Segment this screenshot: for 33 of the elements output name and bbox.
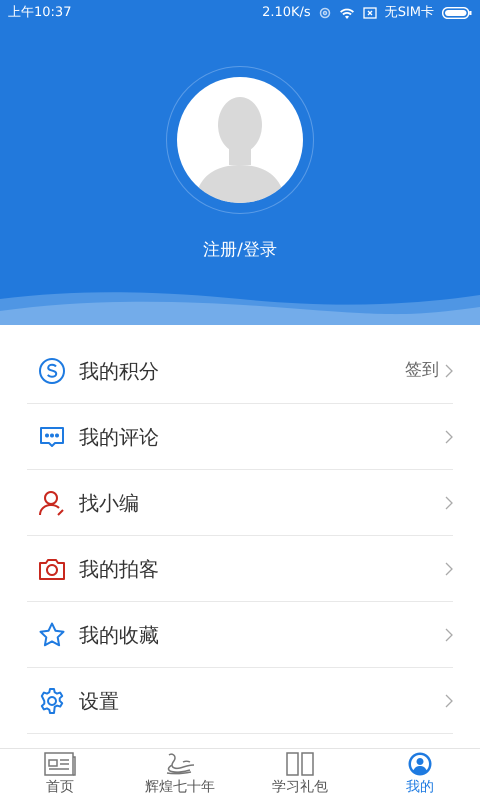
- chevron-right-icon: [445, 628, 453, 642]
- menu-item[interactable]: 设置: [27, 668, 453, 734]
- battery-icon: [442, 7, 472, 19]
- chevron-right-icon: [445, 496, 453, 510]
- newspaper-icon: [43, 751, 77, 777]
- nav-tab[interactable]: 辉煌七十年: [120, 749, 240, 800]
- chevron-right-icon: [445, 430, 453, 444]
- menu-label: 找小编: [79, 490, 140, 516]
- nav-tab[interactable]: 首页: [0, 749, 120, 800]
- menu-item[interactable]: 我的积分 签到: [27, 338, 453, 404]
- wifi-icon: [338, 7, 355, 19]
- login-link[interactable]: 注册/登录: [203, 238, 277, 264]
- nav-tab[interactable]: 我的: [360, 749, 480, 800]
- hotspot-icon: [318, 7, 331, 19]
- check-in-label: 签到: [405, 358, 439, 382]
- menu-label: 我的评论: [79, 424, 160, 450]
- menu-item[interactable]: 我的收藏: [27, 602, 453, 668]
- menu-label: 设置: [79, 688, 120, 714]
- menu-item[interactable]: 我的评论: [27, 404, 453, 470]
- menu-label: 我的积分: [79, 358, 160, 384]
- menu-label: 我的拍客: [79, 556, 160, 582]
- network-speed: 2.10K/s: [262, 4, 311, 22]
- menu-item[interactable]: 我的拍客: [27, 536, 453, 602]
- menu-label: 我的收藏: [79, 622, 160, 648]
- chevron-right-icon: [445, 364, 453, 378]
- sim-status: 无SIM卡: [384, 4, 434, 22]
- chevron-right-icon: [445, 562, 453, 576]
- no-sim-icon: [362, 7, 377, 19]
- menu-item[interactable]: 找小编: [27, 470, 453, 536]
- nav-tab[interactable]: 学习礼包: [240, 749, 360, 800]
- chevron-right-icon: [445, 694, 453, 708]
- status-time: 上午10:37: [8, 4, 72, 22]
- avatar-placeholder[interactable]: [177, 77, 303, 203]
